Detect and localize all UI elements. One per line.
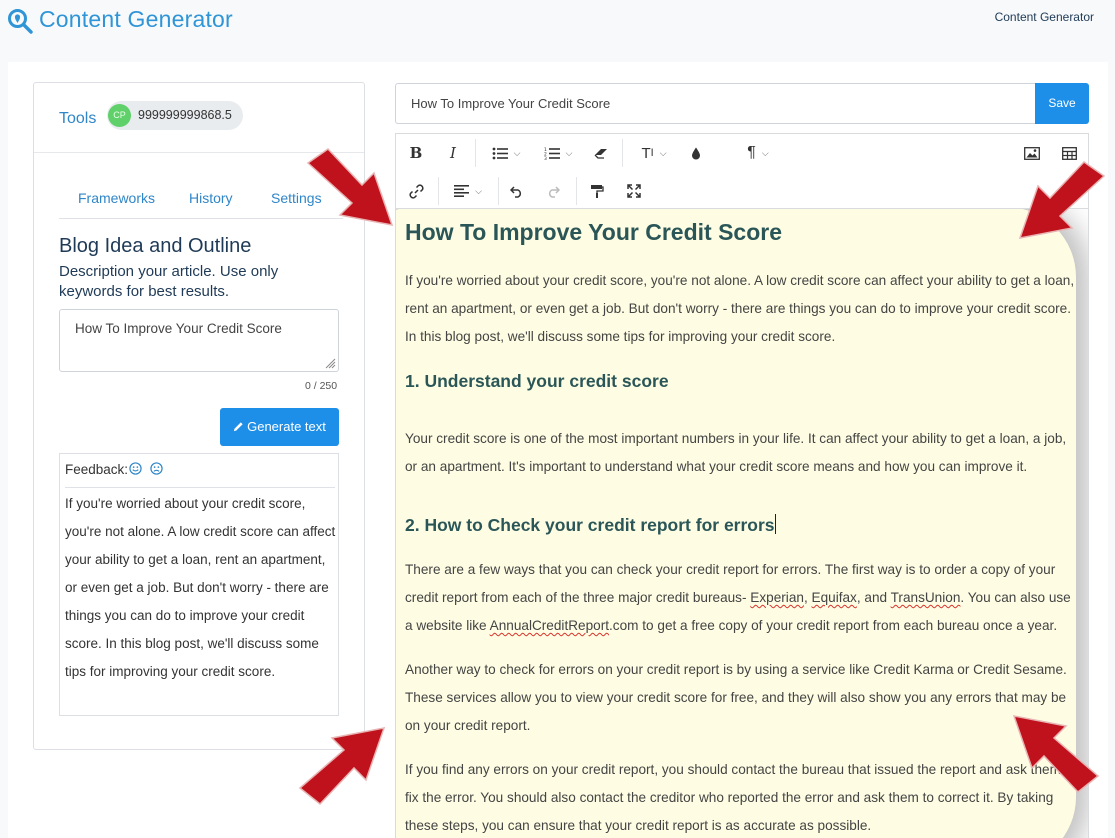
topic-textarea-value: How To Improve Your Credit Score <box>75 321 282 336</box>
tab-history[interactable]: History <box>189 190 233 206</box>
tools-header: Tools CP 999999999868.5 <box>34 83 364 153</box>
link-icon[interactable] <box>404 176 428 206</box>
fullscreen-icon[interactable] <box>623 176 645 206</box>
char-counter: 0 / 250 <box>305 380 338 392</box>
editor-content-area[interactable]: How To Improve Your Credit Score If you'… <box>395 209 1089 838</box>
article-intro: If you're worried about your credit scor… <box>405 273 1075 344</box>
section-paragraph-2: There are a few ways that you can check … <box>405 556 1077 640</box>
section-heading-2: 2. How to Check your credit report for e… <box>405 514 776 536</box>
save-button[interactable]: Save <box>1035 83 1089 124</box>
toolbar-divider <box>438 177 439 205</box>
toolbar-divider <box>498 177 499 205</box>
section-heading-1: 1. Understand your credit score <box>405 371 669 391</box>
annotation-arrow-bottom-right-icon <box>1012 715 1100 794</box>
section-paragraph-1: Your credit score is one of the most imp… <box>405 431 1067 474</box>
toolbar-divider <box>622 139 623 167</box>
section-heading-2-text: 2. How to Check your credit report for e… <box>405 515 775 535</box>
resize-grip-icon[interactable] <box>324 357 336 369</box>
toolbar-row-1: B I ⌵ 1 2 3 ⌵ T I ⌵ ¶ ⌵ <box>396 134 1088 172</box>
text-cursor <box>774 514 776 534</box>
numbered-list-icon[interactable]: 1 2 3 ⌵ <box>536 138 580 168</box>
toolbar-row-2: ⌵ <box>396 172 1088 210</box>
tools-label: Tools <box>59 110 97 127</box>
ink-drop-icon[interactable] <box>686 138 706 168</box>
paragraph-2-sep-2: , and <box>856 590 891 605</box>
app-title: Content Generator <box>39 6 233 32</box>
tab-frameworks[interactable]: Frameworks <box>78 190 155 206</box>
generate-text-label: Generate text <box>247 419 326 434</box>
paragraph-2-sep-1: , <box>803 590 812 605</box>
pencil-icon <box>234 422 243 432</box>
magnifier-pin-icon[interactable] <box>7 8 33 34</box>
section-description: Description your article. Use only keywo… <box>59 263 279 300</box>
bulleted-list-icon[interactable]: ⌵ <box>484 138 528 168</box>
editor-toolbar: B I ⌵ 1 2 3 ⌵ T I ⌵ ¶ ⌵ ⌵ <box>395 133 1089 209</box>
topic-textarea[interactable]: How To Improve Your Credit Score <box>59 309 339 372</box>
credits-value: 999999999868.5 <box>138 108 232 122</box>
nav-link-content-generator[interactable]: Content Generator <box>995 10 1094 24</box>
generated-output-text: If you're worried about your credit scor… <box>65 496 336 679</box>
avatar: CP <box>108 104 131 127</box>
font-size-icon[interactable]: T I ⌵ <box>632 138 676 168</box>
toolbar-divider <box>475 139 476 167</box>
format-painter-icon[interactable] <box>586 176 608 206</box>
paragraph-2-text-c: .com to get a free copy of your credit r… <box>609 618 1058 633</box>
smile-icon[interactable] <box>129 462 142 477</box>
article-title-input[interactable]: How To Improve Your Credit Score <box>395 83 1036 124</box>
toolbar-divider <box>576 177 577 205</box>
annotation-arrow-top-right-icon <box>1018 161 1106 239</box>
bold-icon[interactable]: B <box>404 138 428 168</box>
eraser-icon[interactable] <box>589 138 613 168</box>
annotation-arrow-bottom-left-icon <box>298 727 386 806</box>
paragraph-icon[interactable]: ¶ ⌵ <box>736 138 780 168</box>
generate-text-button[interactable]: Generate text <box>220 408 339 446</box>
spellcheck-experian: Experian <box>750 590 804 605</box>
credits-chip: CP 999999999868.5 <box>107 101 243 130</box>
generated-output: Feedback: If you're worried about your c… <box>59 453 339 716</box>
spellcheck-transunion: TransUnion <box>890 590 961 605</box>
redo-icon[interactable] <box>542 176 564 206</box>
section-paragraph-4: If you find any errors on your credit re… <box>405 762 1077 833</box>
spellcheck-annualcreditreport: AnnualCreditReport <box>489 618 610 633</box>
svg-text:3: 3 <box>544 156 547 160</box>
frown-icon[interactable] <box>150 462 163 477</box>
annotation-arrow-top-left-icon <box>306 148 394 226</box>
section-paragraph-3: Another way to check for errors on your … <box>405 662 1067 733</box>
italic-icon[interactable]: I <box>441 138 465 168</box>
undo-icon[interactable] <box>506 176 528 206</box>
feedback-label: Feedback: <box>65 462 129 477</box>
spellcheck-equifax: Equifax <box>811 590 857 605</box>
section-title: Blog Idea and Outline <box>59 235 252 257</box>
app-header: Content Generator Content Generator <box>0 0 1115 46</box>
article-title: How To Improve Your Credit Score <box>405 219 783 245</box>
align-icon[interactable]: ⌵ <box>446 176 490 206</box>
feedback-row: Feedback: <box>65 462 335 488</box>
